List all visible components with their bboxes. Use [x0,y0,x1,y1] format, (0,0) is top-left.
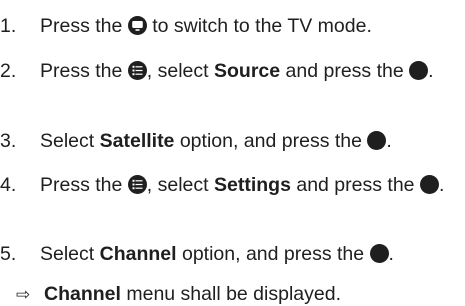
step-text: Press the [40,174,128,196]
menu-button-icon [127,175,147,194]
ok-button-icon [369,244,389,263]
step-number: 3. [0,130,17,152]
result-note: ⇨ Channel menu shall be displayed. [16,283,341,306]
step-keyword: Satellite [99,130,175,152]
step-text: option, and press the [174,130,368,152]
step-keyword: Source [214,60,281,82]
result-arrow-icon: ⇨ [16,285,31,305]
step-2: 2. Press the , select Source and press t… [0,58,434,84]
step-4: 4. Press the , select Settings and press… [0,172,444,198]
step-number: 2. [0,60,17,82]
step-text: and press the [280,60,410,82]
step-text: . [388,243,394,265]
step-text: Select [40,130,100,152]
ok-button-icon [409,61,429,80]
step-3: 3. Select Satellite option, and press th… [0,128,392,154]
ok-button-icon [419,175,439,194]
ok-button-icon [367,131,387,150]
step-text: . [428,60,434,82]
menu-button-icon [127,61,147,80]
step-text: , select [146,174,214,196]
step-text: option, and press the [176,243,370,265]
step-text: and press the [290,174,420,196]
step-text: , select [146,60,214,82]
step-keyword: Channel [99,243,177,265]
step-5: 5. Select Channel option, and press the … [0,241,394,267]
step-text: Select [40,243,100,265]
step-text: to switch to the TV mode. [146,15,372,37]
result-keyword: Channel [44,283,121,305]
result-text: menu shall be displayed. [120,283,341,305]
step-text: . [438,174,445,196]
step-number: 5. [0,243,17,265]
step-keyword: Settings [214,174,291,196]
step-text: . [386,130,392,152]
step-text: Press the [40,15,128,37]
tv-mode-button-icon [127,16,147,35]
step-text: Press the [40,60,128,82]
step-number: 1. [0,15,17,37]
step-1: 1. Press the to switch to the TV mode. [0,13,372,39]
step-number: 4. [0,174,17,196]
